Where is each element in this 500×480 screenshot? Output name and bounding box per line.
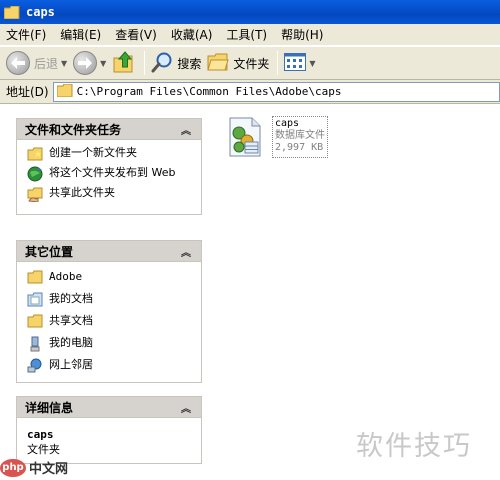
search-button[interactable]: 搜索	[151, 49, 201, 77]
php-logo-icon: php	[0, 458, 26, 477]
folder-icon	[27, 270, 43, 286]
place-label: 网上邻居	[49, 358, 93, 371]
forward-arrow-icon	[73, 51, 98, 75]
file-name: caps	[275, 118, 300, 129]
toolbar-separator	[277, 51, 279, 75]
views-icon	[284, 52, 307, 74]
chevron-down-icon[interactable]: ▼	[100, 59, 106, 68]
back-button[interactable]: 后退 ▼	[6, 49, 67, 77]
search-label: 搜索	[177, 56, 202, 71]
shared-documents-icon	[27, 314, 43, 330]
task-publish-web[interactable]: 将这个文件夹发布到 Web	[27, 166, 193, 182]
folder-icon	[56, 83, 73, 100]
folders-button[interactable]: 文件夹	[207, 49, 269, 77]
window-title: caps	[26, 5, 55, 19]
address-bar: 地址(D) C:\Program Files\Common Files\Adob…	[0, 80, 500, 104]
place-my-documents[interactable]: 我的文档	[27, 292, 193, 308]
forward-button[interactable]: ▼	[73, 49, 106, 77]
tasks-panel-header[interactable]: 文件和文件夹任务 ︽	[16, 118, 202, 140]
tasks-panel-title: 文件和文件夹任务	[25, 122, 122, 137]
toolbar: 后退 ▼ ▼ 搜索 文件夹 ▼	[0, 46, 500, 80]
share-folder-icon	[27, 186, 43, 203]
chevron-down-icon[interactable]: ▼	[309, 59, 315, 68]
place-label: 我的文档	[49, 292, 93, 305]
menu-tools[interactable]: 工具(T)	[226, 26, 267, 43]
file-item-caps[interactable]: caps 数据库文件 2,997 KB	[226, 116, 328, 158]
folders-label: 文件夹	[233, 56, 270, 71]
tasks-panel: 文件和文件夹任务 ︽ 创建一个新文件夹 将这个文件夹发布到 Web 共享此文件夹	[16, 118, 202, 215]
details-panel-title: 详细信息	[25, 400, 74, 415]
search-icon	[151, 51, 173, 76]
back-label: 后退	[34, 56, 59, 71]
file-size: 2,997 KB	[275, 142, 324, 153]
menu-view[interactable]: 查看(V)	[115, 26, 157, 43]
title-bar: caps	[0, 0, 500, 24]
place-label: Adobe	[49, 270, 83, 283]
place-adobe[interactable]: Adobe	[27, 270, 193, 286]
detail-type: 文件夹	[27, 443, 60, 456]
place-my-computer[interactable]: 我的电脑	[27, 336, 193, 352]
details-panel-header[interactable]: 详细信息 ︽	[16, 396, 202, 418]
menu-bar: 文件(F) 编辑(E) 查看(V) 收藏(A) 工具(T) 帮助(H)	[0, 24, 500, 46]
watermark-text: 软件技巧	[356, 431, 472, 462]
details-panel: 详细信息 ︽ caps 文件夹	[16, 396, 202, 464]
place-network[interactable]: 网上邻居	[27, 358, 193, 374]
my-computer-icon	[27, 336, 43, 352]
back-arrow-icon	[6, 51, 30, 75]
task-label: 共享此文件夹	[49, 186, 115, 199]
logo-caption: 中文网	[29, 462, 69, 477]
folder-icon	[3, 5, 20, 19]
publish-web-icon	[27, 166, 43, 182]
task-label: 将这个文件夹发布到 Web	[49, 166, 176, 179]
places-panel-header[interactable]: 其它位置 ︽	[16, 240, 202, 262]
toolbar-separator	[144, 51, 146, 75]
collapse-icon[interactable]: ︽	[179, 400, 193, 415]
up-folder-icon	[112, 50, 136, 77]
network-places-icon	[27, 358, 43, 374]
place-label: 我的电脑	[49, 336, 93, 349]
task-share-folder[interactable]: 共享此文件夹	[27, 186, 193, 203]
task-label: 创建一个新文件夹	[49, 146, 137, 159]
collapse-icon[interactable]: ︽	[179, 244, 193, 259]
address-path: C:\Program Files\Common Files\Adobe\caps	[76, 85, 342, 98]
places-panel-title: 其它位置	[25, 244, 74, 259]
places-panel-body: Adobe 我的文档 共享文档 我的电脑 网上邻居	[16, 262, 202, 383]
my-documents-icon	[27, 292, 43, 308]
new-folder-icon	[27, 146, 43, 162]
menu-favorites[interactable]: 收藏(A)	[171, 26, 213, 43]
watermark-logo: php 中文网	[0, 458, 68, 477]
task-pane: 文件和文件夹任务 ︽ 创建一个新文件夹 将这个文件夹发布到 Web 共享此文件夹…	[0, 104, 210, 480]
database-file-icon	[226, 116, 266, 158]
places-panel: 其它位置 ︽ Adobe 我的文档 共享文档 我的电脑 网上邻居	[16, 240, 202, 383]
place-label: 共享文档	[49, 314, 93, 327]
detail-name: caps	[27, 428, 54, 441]
file-type: 数据库文件	[275, 130, 325, 141]
task-new-folder[interactable]: 创建一个新文件夹	[27, 146, 193, 162]
menu-edit[interactable]: 编辑(E)	[60, 26, 101, 43]
collapse-icon[interactable]: ︽	[179, 122, 193, 137]
tasks-panel-body: 创建一个新文件夹 将这个文件夹发布到 Web 共享此文件夹	[16, 140, 202, 215]
file-label: caps 数据库文件 2,997 KB	[272, 116, 328, 158]
place-shared-documents[interactable]: 共享文档	[27, 314, 193, 330]
address-input[interactable]: C:\Program Files\Common Files\Adobe\caps	[52, 81, 500, 102]
views-button[interactable]: ▼	[284, 49, 316, 77]
menu-help[interactable]: 帮助(H)	[281, 26, 323, 43]
menu-file[interactable]: 文件(F)	[6, 26, 46, 43]
address-label: 地址(D)	[6, 85, 49, 99]
up-folder-button[interactable]	[112, 49, 136, 77]
folders-icon	[207, 52, 230, 75]
chevron-down-icon[interactable]: ▼	[61, 59, 67, 68]
